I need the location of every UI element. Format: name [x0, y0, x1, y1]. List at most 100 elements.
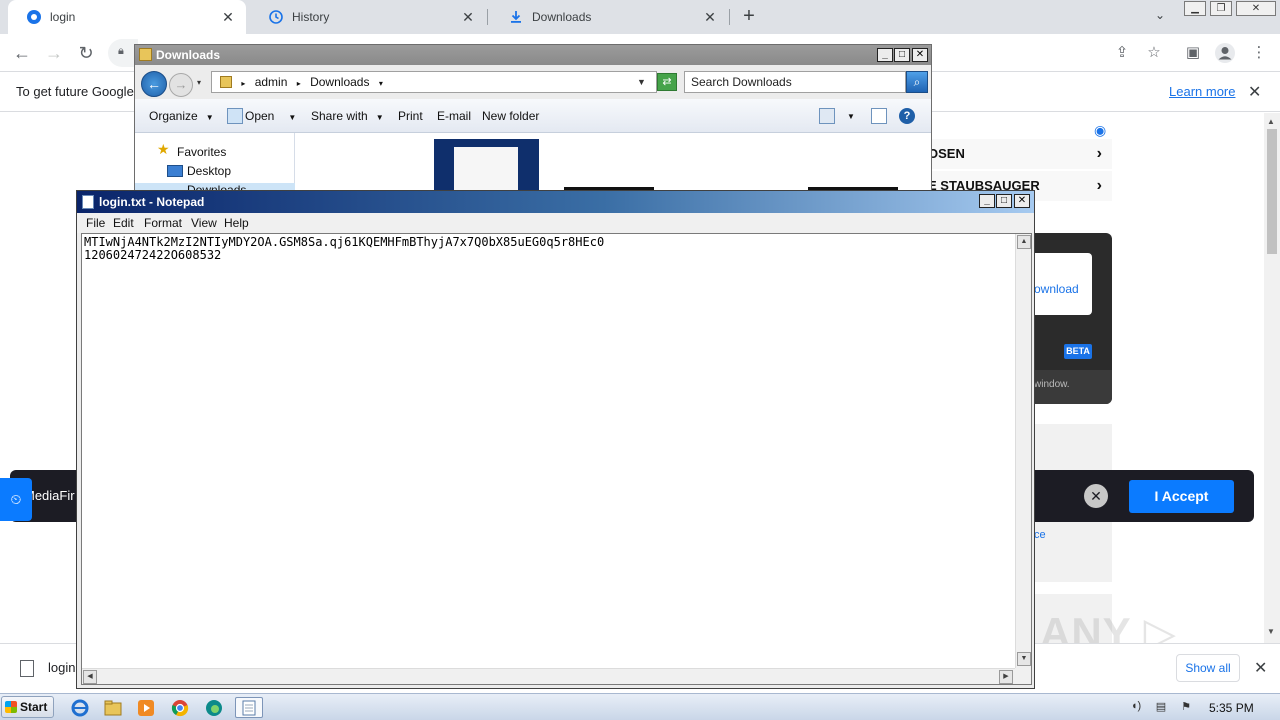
preview-pane-icon[interactable]: [871, 108, 887, 124]
refresh-icon[interactable]: ⇄: [657, 73, 677, 91]
breadcrumb-chevron-icon[interactable]: ▸: [241, 79, 245, 88]
explorer-title-bar[interactable]: Downloads _ □ ✕: [135, 45, 931, 65]
learn-more-link[interactable]: Learn more: [1169, 84, 1235, 99]
file-thumbnail[interactable]: [434, 139, 539, 195]
forward-arrow-icon[interactable]: →: [169, 73, 193, 97]
download-item[interactable]: login.: [48, 660, 79, 675]
menu-edit[interactable]: Edit: [113, 216, 134, 230]
breadcrumb-downloads[interactable]: Downloads: [310, 75, 369, 89]
maximize-icon[interactable]: □: [894, 48, 910, 62]
restore-icon[interactable]: ❐: [1210, 1, 1232, 16]
close-infobar-icon[interactable]: ✕: [1248, 82, 1261, 102]
notepad-title-bar[interactable]: login.txt - Notepad _ □ ✕: [77, 191, 1034, 213]
reload-icon[interactable]: ↻: [74, 41, 98, 65]
menu-help[interactable]: Help: [224, 216, 249, 230]
breadcrumb-chevron-icon[interactable]: ▸: [297, 79, 301, 88]
address-dropdown-icon[interactable]: ▼: [637, 71, 646, 93]
volume-icon[interactable]: ◖): [1128, 700, 1144, 714]
open-button[interactable]: Open ▼: [245, 109, 296, 123]
file-explorer-icon[interactable]: [101, 697, 125, 718]
notepad-text-area[interactable]: MTIwNjA4NTk2MzI2NTIyMDY2OA.GSM8Sa.qj61KQ…: [81, 233, 1032, 685]
clock[interactable]: 5:35 PM: [1209, 701, 1254, 715]
close-window-icon[interactable]: ✕: [1236, 1, 1276, 16]
dropdown-arrow-icon: ▼: [375, 113, 384, 122]
new-folder-button[interactable]: New folder: [482, 109, 539, 123]
profile-avatar-icon[interactable]: [1214, 42, 1236, 64]
scroll-right-icon[interactable]: ▶: [999, 670, 1013, 684]
view-dropdown-icon[interactable]: ▼: [847, 112, 855, 121]
breadcrumb-admin[interactable]: admin: [255, 75, 288, 89]
email-button[interactable]: E-mail: [437, 109, 471, 123]
internet-explorer-icon[interactable]: [68, 697, 92, 718]
close-tab-icon[interactable]: ✕: [460, 9, 476, 25]
close-tab-icon[interactable]: ✕: [702, 9, 718, 25]
ad-item[interactable]: OSEN ›: [920, 139, 1112, 169]
notepad-taskbar-icon[interactable]: [235, 697, 263, 718]
maximize-icon[interactable]: □: [996, 194, 1012, 208]
search-icon[interactable]: ⌕: [906, 71, 928, 93]
media-player-icon[interactable]: [134, 697, 158, 718]
nav-favorites[interactable]: Favorites: [177, 145, 226, 159]
scroll-left-icon[interactable]: ◀: [83, 670, 97, 684]
promo-footer-text: window.: [1034, 379, 1070, 390]
recent-pages-chevron-icon[interactable]: ▾: [197, 78, 201, 87]
breadcrumb-chevron-icon[interactable]: ▾: [379, 79, 383, 88]
network-icon[interactable]: ▤: [1153, 700, 1169, 714]
start-button[interactable]: Start: [1, 696, 54, 718]
chrome-icon[interactable]: [168, 697, 192, 718]
page-scrollbar[interactable]: ▲ ▼: [1264, 113, 1280, 643]
forward-icon[interactable]: →: [42, 41, 66, 65]
help-icon[interactable]: ?: [899, 108, 915, 124]
action-center-flag-icon[interactable]: ⚑: [1178, 700, 1194, 714]
close-cookie-icon[interactable]: ✕: [1084, 484, 1108, 508]
change-view-icon[interactable]: [819, 108, 835, 124]
explorer-window: Downloads _ □ ✕ ← → ▾ ▸ admin ▸ Download…: [134, 44, 932, 197]
close-shelf-icon[interactable]: ✕: [1254, 658, 1267, 678]
close-icon[interactable]: ✕: [1014, 194, 1030, 208]
ad-choices-icon[interactable]: ◉: [1094, 122, 1106, 139]
tab-label: Downloads: [532, 10, 592, 24]
cookie-settings-icon[interactable]: ⏲: [0, 478, 32, 521]
desktop-icon: [167, 165, 183, 177]
menu-file[interactable]: File: [86, 216, 105, 230]
menu-format[interactable]: Format: [144, 216, 182, 230]
menu-kebab-icon[interactable]: ⋮: [1248, 42, 1270, 64]
tab-login[interactable]: login ✕: [8, 0, 246, 34]
show-all-button[interactable]: Show all: [1176, 654, 1240, 682]
windows-logo-icon: [5, 701, 17, 713]
close-tab-icon[interactable]: ✕: [220, 9, 236, 25]
resize-grip-icon[interactable]: [1015, 668, 1031, 684]
sidebar-link[interactable]: ce: [1034, 529, 1046, 541]
minimize-icon[interactable]: _: [979, 194, 995, 208]
scroll-down-icon[interactable]: ▼: [1017, 652, 1031, 666]
back-icon[interactable]: ←: [10, 41, 34, 65]
tab-search-chevron-icon[interactable]: ⌄: [1150, 8, 1170, 26]
accept-button[interactable]: I Accept: [1129, 480, 1234, 513]
explorer-address-bar[interactable]: ▸ admin ▸ Downloads ▾: [211, 71, 657, 93]
minimize-icon[interactable]: _: [877, 48, 893, 62]
download-link[interactable]: ownload: [1034, 282, 1079, 296]
organize-button[interactable]: Organize ▼: [149, 109, 214, 123]
print-button[interactable]: Print: [398, 109, 423, 123]
tab-downloads[interactable]: Downloads ✕: [490, 0, 728, 34]
bookmark-star-icon[interactable]: ☆: [1143, 42, 1165, 64]
minimize-icon[interactable]: ▁: [1184, 1, 1206, 16]
tab-history[interactable]: History ✕: [250, 0, 486, 34]
search-downloads-input[interactable]: Search Downloads: [684, 71, 906, 93]
share-with-button[interactable]: Share with ▼: [311, 109, 384, 123]
back-arrow-icon[interactable]: ←: [141, 71, 167, 97]
close-icon[interactable]: ✕: [912, 48, 928, 62]
share-icon[interactable]: ⇪: [1111, 42, 1133, 64]
menu-view[interactable]: View: [191, 216, 217, 230]
tab-strip: login ✕ History ✕ Downloads ✕ + ⌄ ▁ ❐ ✕: [0, 0, 1280, 34]
promo-panel: ownload BETA window.: [1034, 233, 1112, 404]
scroll-up-icon[interactable]: ▲: [1267, 117, 1275, 126]
edge-icon[interactable]: [202, 697, 226, 718]
horizontal-scrollbar[interactable]: ◀ ▶: [82, 668, 1015, 684]
new-tab-button[interactable]: +: [738, 5, 760, 27]
nav-desktop[interactable]: Desktop: [187, 164, 231, 178]
scrollbar-thumb[interactable]: [1267, 129, 1277, 254]
side-panel-icon[interactable]: ▣: [1182, 42, 1204, 64]
vertical-scrollbar[interactable]: ▲ ▼: [1015, 234, 1031, 668]
scroll-up-icon[interactable]: ▲: [1017, 235, 1031, 249]
